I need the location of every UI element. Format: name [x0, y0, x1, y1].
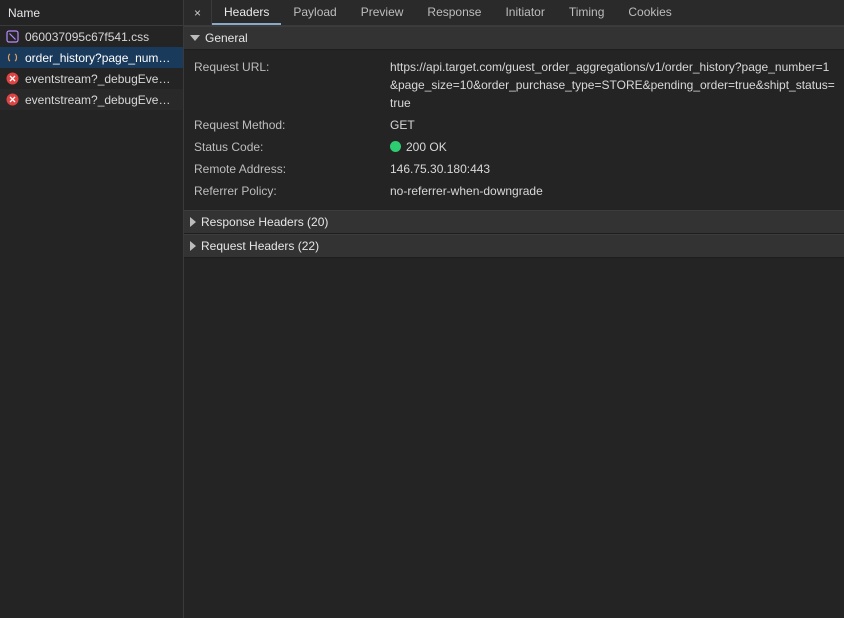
kv-val: GET [390, 116, 836, 134]
kv-row: Remote Address: 146.75.30.180:443 [194, 158, 836, 180]
request-row[interactable]: 060037095c67f541.css [0, 26, 183, 47]
kv-row: Request Method: GET [194, 114, 836, 136]
tab-timing[interactable]: Timing [557, 0, 617, 25]
details-panel: × Headers Payload Preview Response Initiator… [184, 0, 844, 618]
section-header-request-headers[interactable]: Request Headers (22) [184, 234, 844, 258]
request-row-label: 060037095c67f541.css [25, 30, 177, 44]
tab-label: Payload [293, 5, 336, 19]
request-list-panel: Name 060037095c67f541.css order_history?p… [0, 0, 184, 618]
tab-headers[interactable]: Headers [212, 0, 281, 25]
request-row[interactable]: eventstream?_debugEvent=… [0, 68, 183, 89]
close-icon: × [194, 6, 201, 20]
tab-label: Cookies [628, 5, 671, 19]
kv-row: Referrer Policy: no-referrer-when-downgr… [194, 180, 836, 202]
css-icon [6, 30, 19, 43]
tab-bar: × Headers Payload Preview Response Initiator… [184, 0, 844, 26]
error-icon [6, 93, 19, 106]
request-row[interactable]: order_history?page_numbe… [0, 47, 183, 68]
request-list: 060037095c67f541.css order_history?page_n… [0, 26, 183, 618]
kv-key: Remote Address: [194, 160, 390, 178]
tab-cookies[interactable]: Cookies [616, 0, 683, 25]
details-scroll: General Request URL: https://api.target.… [184, 26, 844, 618]
tab-response[interactable]: Response [415, 0, 493, 25]
section-header-response-headers[interactable]: Response Headers (20) [184, 210, 844, 234]
kv-val: no-referrer-when-downgrade [390, 182, 836, 200]
triangle-right-icon [190, 217, 196, 227]
request-row-label: eventstream?_debugEvent=… [25, 93, 177, 107]
xhr-icon [6, 51, 19, 64]
error-icon [6, 72, 19, 85]
section-title-response-headers: Response Headers (20) [201, 215, 328, 229]
tab-payload[interactable]: Payload [281, 0, 348, 25]
tab-label: Preview [361, 5, 404, 19]
kv-key: Status Code: [194, 138, 390, 156]
tab-label: Timing [569, 5, 605, 19]
section-title-general: General [205, 31, 248, 45]
tab-preview[interactable]: Preview [349, 0, 416, 25]
request-row-label: eventstream?_debugEvent=… [25, 72, 177, 86]
tab-label: Initiator [505, 5, 544, 19]
name-column-header[interactable]: Name [0, 0, 183, 26]
section-title-request-headers: Request Headers (22) [201, 239, 319, 253]
request-row-label: order_history?page_numbe… [25, 51, 177, 65]
kv-val: 146.75.30.180:443 [390, 160, 836, 178]
kv-row: Request URL: https://api.target.com/gues… [194, 56, 836, 114]
kv-row: Status Code: 200 OK [194, 136, 836, 158]
close-details-button[interactable]: × [184, 0, 212, 25]
kv-val: 200 OK [390, 138, 836, 156]
request-row[interactable]: eventstream?_debugEvent=… [0, 89, 183, 110]
name-column-header-label: Name [8, 6, 40, 20]
tab-initiator[interactable]: Initiator [493, 0, 556, 25]
status-code-text: 200 OK [406, 140, 447, 154]
tab-label: Headers [224, 5, 269, 19]
triangle-down-icon [190, 35, 200, 41]
kv-key: Request URL: [194, 58, 390, 112]
kv-val: https://api.target.com/guest_order_aggre… [390, 58, 836, 112]
section-body-general: Request URL: https://api.target.com/gues… [184, 50, 844, 210]
kv-key: Request Method: [194, 116, 390, 134]
section-header-general[interactable]: General [184, 26, 844, 50]
status-dot-icon [390, 141, 401, 152]
triangle-right-icon [190, 241, 196, 251]
kv-key: Referrer Policy: [194, 182, 390, 200]
tab-label: Response [427, 5, 481, 19]
